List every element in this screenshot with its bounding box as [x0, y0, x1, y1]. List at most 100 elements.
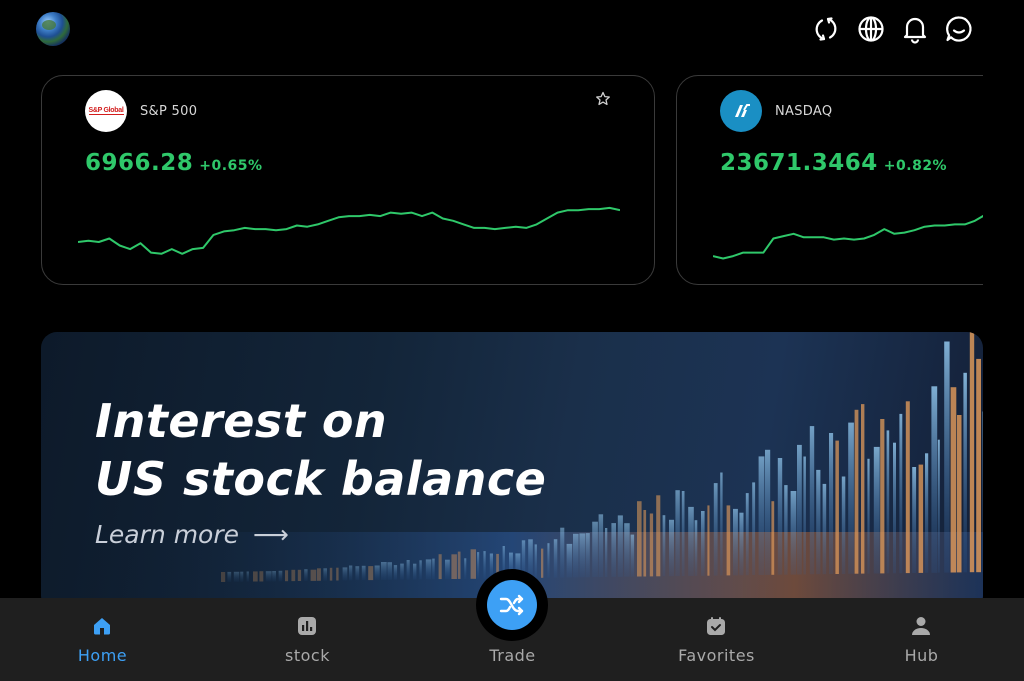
candle-bar [822, 483, 827, 575]
candle-bar [765, 449, 771, 575]
candle-bar [304, 569, 308, 581]
candle-bar [809, 426, 815, 575]
candle-bar [937, 439, 940, 573]
banner-title-line2: US stock balance [95, 452, 547, 506]
candle-bar [233, 571, 240, 582]
arrow-right-icon: ⟶ [253, 520, 289, 549]
sparkline-chart [713, 214, 983, 260]
candle-bar [598, 514, 604, 578]
candle-bar [477, 552, 480, 579]
price-value: 23671.3464 [720, 150, 878, 176]
candle-bar [425, 559, 432, 580]
candle-bar [413, 563, 417, 580]
candle-bar [848, 422, 854, 574]
candle-bar [323, 568, 327, 581]
price-value: 6966.28 [85, 150, 194, 176]
bell-icon[interactable] [900, 14, 930, 44]
candle-bar [688, 506, 694, 576]
globe-icon[interactable] [856, 14, 886, 44]
candle-bar [630, 534, 635, 577]
nav-favorites[interactable]: Favorites [614, 598, 819, 681]
candle-bar [585, 533, 590, 578]
candle-bar [777, 458, 783, 575]
candle-bar [387, 562, 392, 580]
learn-more-label: Learn more [95, 520, 240, 549]
candle-bar [649, 513, 654, 577]
trade-button[interactable] [476, 569, 548, 641]
candle-bar [797, 444, 802, 575]
nasdaq-logo [720, 90, 762, 132]
candle-bar [841, 476, 846, 574]
candle-bar [265, 571, 272, 582]
candle-bar [419, 560, 422, 580]
learn-more-link[interactable]: Learn more ⟶ [95, 520, 289, 549]
candle-bar [784, 485, 788, 575]
home-icon [94, 618, 110, 635]
candle-bar [931, 386, 938, 573]
candle-bar [317, 568, 321, 581]
candle-bar [752, 482, 756, 575]
candle-bar [297, 569, 302, 581]
candle-bar [611, 523, 616, 577]
nav-home[interactable]: Home [0, 598, 205, 681]
candle-bar [637, 501, 642, 577]
market-cards-carousel[interactable]: S&P Global S&P 500 6966.28 +0.65% NASDAQ … [41, 75, 983, 287]
candle-bar [464, 558, 467, 579]
refresh-icon[interactable] [811, 14, 841, 44]
candle-bar [720, 472, 723, 576]
candle-bar [541, 548, 544, 578]
user-icon [912, 617, 930, 635]
candle-bar [745, 493, 749, 576]
candle-bar [886, 430, 890, 574]
candle-bar [662, 515, 666, 577]
candle-bar [899, 413, 903, 574]
candle-bar [553, 539, 558, 578]
candle-bar [361, 565, 366, 581]
candle-bar [342, 567, 348, 581]
candle-bar [355, 566, 360, 581]
candle-bar [349, 565, 353, 581]
candle-bar [534, 544, 537, 578]
candle-bar [701, 511, 705, 576]
candle-bar [336, 567, 339, 581]
candle-bar [240, 571, 244, 582]
top-header [0, 0, 1024, 60]
candle-bar [624, 523, 630, 577]
globe-avatar[interactable] [36, 12, 70, 46]
candle-bar [675, 490, 680, 577]
candle-bar [573, 533, 579, 578]
candle-bar [656, 495, 661, 577]
sp-global-logo: S&P Global [85, 90, 127, 132]
candle-bar [393, 565, 398, 580]
candle-bar [643, 510, 647, 577]
candle-bar [221, 572, 226, 582]
candle-bar [457, 551, 461, 579]
nav-hub[interactable]: Hub [819, 598, 1024, 681]
nav-stock[interactable]: stock [205, 598, 410, 681]
market-card-sp500[interactable]: S&P Global S&P 500 6966.28 +0.65% [41, 75, 655, 285]
candle-bar [829, 433, 834, 574]
market-card-nasdaq[interactable]: NASDAQ 23671.3464 +0.82% [676, 75, 983, 285]
favorite-star-icon[interactable] [595, 91, 611, 107]
candle-bar [726, 505, 731, 576]
candle-bar [272, 571, 276, 582]
candle-bar [310, 569, 317, 581]
candle-bar [400, 563, 404, 580]
candle-bar [528, 539, 533, 578]
candle-bar [925, 453, 929, 573]
candle-bar [835, 440, 839, 574]
candle-bar [861, 404, 865, 574]
candle-bar [880, 419, 885, 574]
chat-icon[interactable] [944, 14, 974, 44]
candle-bar [291, 569, 296, 582]
market-name: NASDAQ [775, 104, 833, 119]
candle-bar [278, 570, 283, 582]
market-price: 6966.28 +0.65% [85, 150, 263, 176]
candle-bar [253, 571, 258, 582]
candle-bar [406, 560, 410, 580]
banner-title: Interest on US stock balance [95, 392, 546, 508]
candle-bar [681, 491, 685, 576]
candle-bar [368, 566, 374, 581]
candle-bar [944, 341, 950, 573]
candle-bar [694, 520, 698, 576]
